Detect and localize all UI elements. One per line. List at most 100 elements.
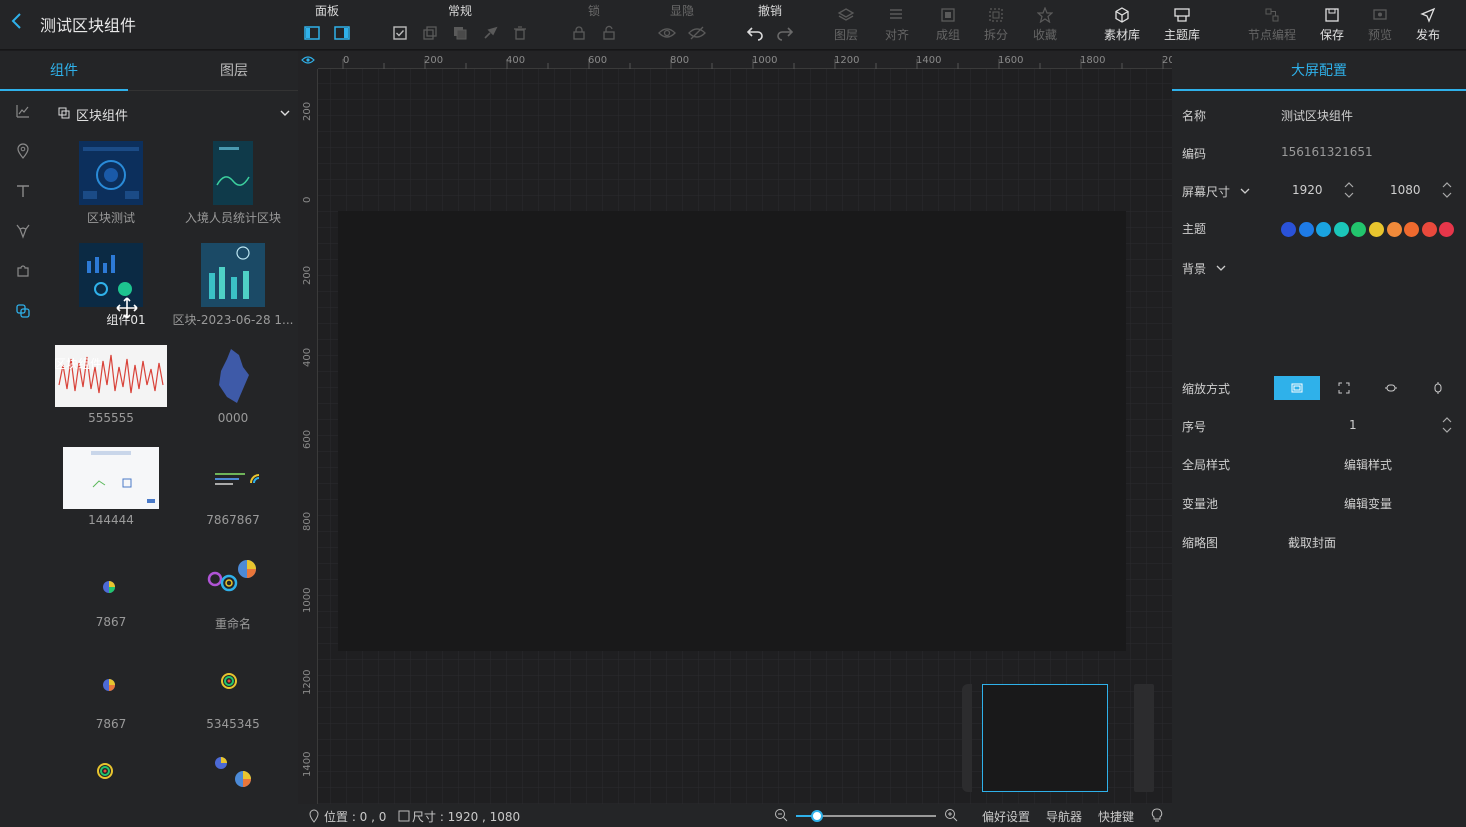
fullscreen-icon <box>1338 382 1350 394</box>
edit-variable-button[interactable]: 编辑变量 <box>1344 495 1392 512</box>
ruler-h-label: 1000 <box>752 55 778 66</box>
screen-width-input[interactable]: 1920 <box>1292 183 1323 197</box>
text-icon[interactable] <box>14 182 32 200</box>
undo-icon[interactable] <box>746 24 764 42</box>
lightbulb-icon[interactable] <box>1151 808 1163 824</box>
navigator-minimap[interactable] <box>962 684 1154 792</box>
eye-icon <box>301 56 315 64</box>
edit-style-button[interactable]: 编辑样式 <box>1344 456 1392 473</box>
theme-color-swatch[interactable] <box>1316 222 1332 237</box>
copy-icon[interactable] <box>421 24 439 42</box>
theme-color-swatch[interactable] <box>1421 222 1437 237</box>
redo-icon[interactable] <box>776 24 794 42</box>
component-card[interactable]: 组件01 <box>50 243 172 328</box>
puzzle-icon[interactable] <box>14 262 32 280</box>
tab-components[interactable]: 组件 <box>0 51 128 91</box>
brush-icon[interactable] <box>481 24 499 42</box>
component-card[interactable] <box>50 753 172 793</box>
component-card[interactable]: 144444 <box>50 447 172 527</box>
zoom-slider[interactable] <box>796 810 936 822</box>
theme-color-swatch[interactable] <box>1333 222 1349 237</box>
config-background-label[interactable]: 背景 <box>1182 260 1206 277</box>
screen-height-input[interactable]: 1080 <box>1390 183 1421 197</box>
config-name-input[interactable]: 测试区块组件 <box>1281 107 1353 124</box>
preferences-button[interactable]: 偏好设置 <box>982 808 1030 825</box>
location-icon <box>309 809 319 823</box>
panel-left-icon[interactable] <box>303 24 321 42</box>
node-programming-button[interactable]: 节点编程 <box>1244 4 1300 46</box>
layer-button-label: 图层 <box>833 28 858 42</box>
order-input[interactable]: 1 <box>1349 418 1357 432</box>
width-stepper-icon[interactable] <box>1344 181 1354 199</box>
component-card[interactable]: 5345345 <box>172 651 294 731</box>
component-card[interactable]: 7867867 <box>172 447 294 527</box>
height-stepper-icon[interactable] <box>1442 181 1452 199</box>
theme-color-swatch[interactable] <box>1404 222 1420 237</box>
minimap-viewport[interactable] <box>982 684 1108 792</box>
tab-layers[interactable]: 图层 <box>170 51 298 91</box>
ruler-v-label: 1200 <box>302 669 313 695</box>
minimap-left-handle[interactable] <box>962 684 972 792</box>
drag-ghost-label: 区块组件 <box>54 357 103 371</box>
category-header[interactable]: 区块组件 <box>56 103 294 124</box>
unlock-icon[interactable] <box>600 24 618 42</box>
theme-color-swatch[interactable] <box>1369 222 1384 237</box>
layer-button[interactable]: 图层 <box>818 4 874 46</box>
scale-width-button[interactable] <box>1368 376 1414 400</box>
chevron-down-icon[interactable] <box>1240 187 1250 195</box>
zoom-in-icon[interactable] <box>944 808 958 822</box>
component-card[interactable]: 7867 <box>50 651 172 731</box>
theme-color-swatch[interactable] <box>1386 222 1402 237</box>
scale-height-button[interactable] <box>1415 376 1461 400</box>
map-pin-icon[interactable] <box>14 142 32 160</box>
order-stepper-icon[interactable] <box>1442 416 1452 434</box>
editor-canvas[interactable]: 0 200 400 600 800 1000 1200 1400 1600 18… <box>298 51 1172 804</box>
capture-cover-button[interactable]: 截取封面 <box>1288 534 1336 551</box>
zoom-out-icon[interactable] <box>774 808 788 822</box>
delete-icon[interactable] <box>511 24 529 42</box>
ruler-h-label: 400 <box>506 55 526 66</box>
theme-color-swatch[interactable] <box>1351 222 1367 237</box>
minimap-right-handle[interactable] <box>1134 684 1154 792</box>
star-icon <box>1017 4 1073 26</box>
block-component-icon[interactable] <box>14 302 32 320</box>
theme-color-swatch[interactable] <box>1281 222 1296 237</box>
hide-eye-icon[interactable] <box>688 24 706 42</box>
scale-full-button[interactable] <box>1321 376 1367 400</box>
component-card[interactable]: 区块测试 <box>50 141 172 226</box>
ruler-h-label: 1600 <box>998 55 1024 66</box>
select-all-icon[interactable] <box>391 24 409 42</box>
lock-icon[interactable] <box>570 24 588 42</box>
align-button[interactable]: 对齐 <box>869 4 925 46</box>
panel-right-icon[interactable] <box>333 24 351 42</box>
component-card[interactable]: 7867 <box>50 549 172 629</box>
paste-icon[interactable] <box>451 24 469 42</box>
config-size-label[interactable]: 屏幕尺寸 <box>1182 183 1230 200</box>
theme-library-button[interactable]: 主题库 <box>1154 4 1210 46</box>
favorite-button[interactable]: 收藏 <box>1017 4 1073 46</box>
split-button[interactable]: 拆分 <box>968 4 1024 46</box>
chevron-down-icon[interactable] <box>1216 264 1226 272</box>
screen-area[interactable] <box>338 211 1126 651</box>
component-card[interactable] <box>172 753 294 793</box>
material-library-button[interactable]: 素材库 <box>1094 4 1150 46</box>
component-card[interactable]: 入境人员统计区块 <box>172 141 294 226</box>
theme-color-swatch[interactable] <box>1298 222 1314 237</box>
component-card[interactable]: 重命名 <box>172 549 294 632</box>
shortcuts-button[interactable]: 快捷键 <box>1098 808 1134 825</box>
chart-icon[interactable] <box>14 102 32 120</box>
theme-color-swatch[interactable] <box>1439 222 1455 237</box>
component-card[interactable]: 区块-2023-06-28 1... <box>172 243 294 328</box>
publish-button[interactable]: 发布 <box>1400 4 1456 46</box>
group-label-general: 常规 <box>448 4 473 18</box>
component-name: 7867867 <box>206 513 260 527</box>
ruler-h-label: 800 <box>670 55 690 66</box>
zoom-slider-thumb[interactable] <box>811 810 823 822</box>
show-eye-icon[interactable] <box>658 24 676 42</box>
back-chevron-icon[interactable] <box>10 12 26 32</box>
deer-icon[interactable] <box>14 222 32 240</box>
ruler-eye-toggle[interactable] <box>298 51 318 69</box>
component-card[interactable]: 0000 <box>172 345 294 425</box>
scale-fit-button[interactable] <box>1274 376 1320 400</box>
navigator-button[interactable]: 导航器 <box>1046 808 1082 825</box>
